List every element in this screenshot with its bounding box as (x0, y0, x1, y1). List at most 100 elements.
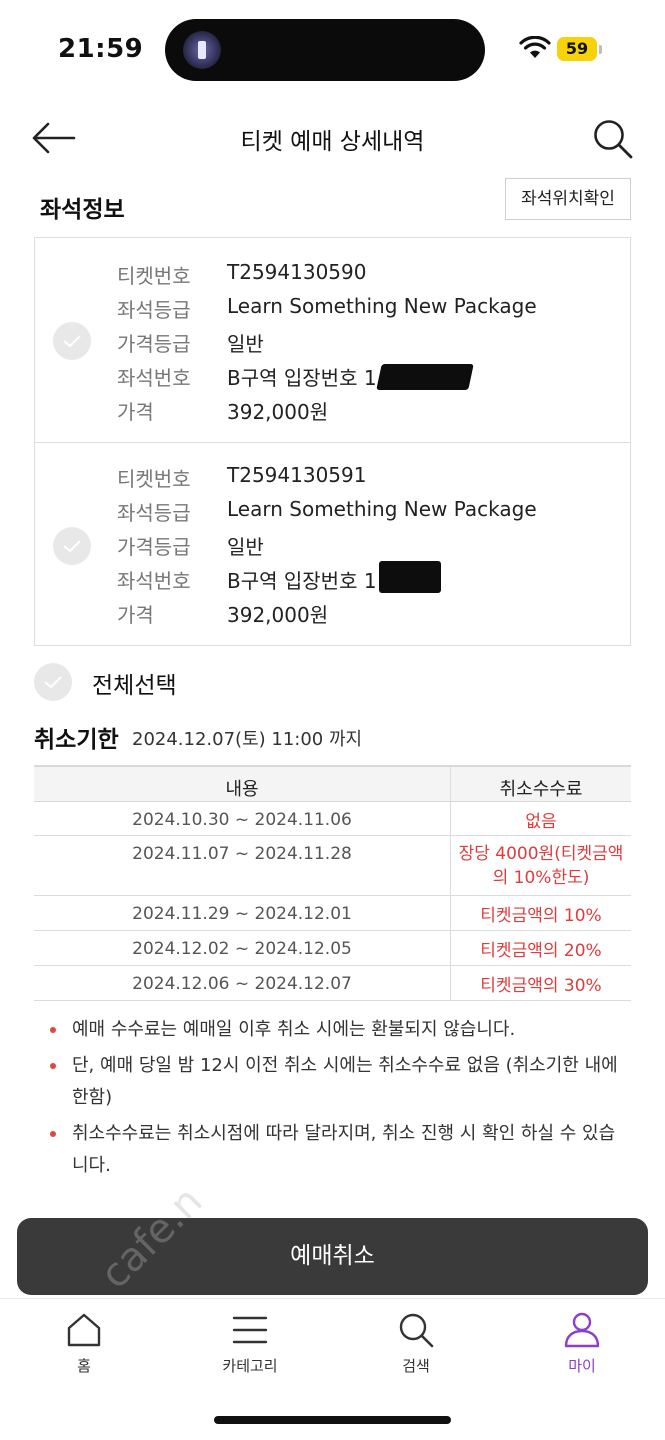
value-ticket-no: T2594130591 (227, 463, 367, 487)
table-row: 2024.10.30 ~ 2024.11.06 없음 (34, 802, 631, 836)
tab-label: 카테고리 (222, 1357, 278, 1375)
label-price-grade: 가격등급 (117, 332, 191, 356)
table-row: 2024.11.29 ~ 2024.12.01 티켓금액의 10% (34, 896, 631, 931)
column-divider (450, 836, 451, 896)
battery-indicator: 59 (557, 37, 597, 61)
cancel-deadline: 취소기한 2024.12.07(토) 11:00 까지 (34, 720, 362, 754)
label-price: 가격 (117, 400, 154, 424)
row-fee: 티켓금액의 10% (480, 906, 602, 926)
row-period: 2024.10.30 ~ 2024.11.06 (132, 810, 352, 830)
row-period: 2024.12.02 ~ 2024.12.05 (132, 939, 352, 959)
tab-my[interactable]: 마이 (522, 1311, 642, 1381)
deadline-value: 2024.12.07(토) 11:00 까지 (132, 729, 363, 750)
notice-item: 예매 수수료는 예매일 이후 취소 시에는 환불되지 않습니다. (48, 1014, 618, 1046)
value-seat-grade: Learn Something New Package (227, 497, 537, 521)
row-fee: 티켓금액의 20% (480, 941, 602, 961)
page-header: 티켓 예매 상세내역 (0, 100, 665, 180)
row-fee: 장당 4000원(티켓금액의 10%한도) (458, 844, 624, 888)
menu-icon (232, 1316, 268, 1344)
ticket-row-seat-no: 좌석번호 B구역 입장번호 1 (117, 561, 627, 599)
header-fee: 취소수수료 (499, 779, 583, 800)
row-period: 2024.11.29 ~ 2024.12.01 (132, 904, 352, 924)
label-seat-grade: 좌석등급 (117, 298, 191, 322)
row-period: 2024.11.07 ~ 2024.11.28 (132, 844, 352, 864)
label-price: 가격 (117, 603, 154, 627)
value-seat-no: B구역 입장번호 1 (227, 366, 377, 390)
column-divider (450, 896, 451, 931)
ticket-item[interactable]: 티켓번호 T2594130590 좌석등급 Learn Something Ne… (35, 238, 630, 442)
row-fee: 티켓금액의 30% (480, 976, 602, 996)
value-seat-grade: Learn Something New Package (227, 294, 537, 318)
search-icon[interactable] (592, 118, 634, 160)
status-bar: 21:59 59 (0, 0, 665, 100)
value-ticket-no: T2594130590 (227, 260, 367, 284)
ticket-row-price: 가격 392,000원 (117, 396, 627, 430)
notice-list: 예매 수수료는 예매일 이후 취소 시에는 환불되지 않습니다. 단, 예매 당… (48, 1014, 618, 1182)
ticket-row-seat-no: 좌석번호 B구역 입장번호 1 (117, 362, 627, 396)
deadline-title: 취소기한 (34, 727, 119, 753)
select-all-label: 전체선택 (92, 673, 177, 699)
column-divider (450, 802, 451, 836)
row-period: 2024.12.06 ~ 2024.12.07 (132, 974, 352, 994)
table-row: 2024.11.07 ~ 2024.11.28 장당 4000원(티켓금액의 1… (34, 836, 631, 896)
check-icon (44, 676, 62, 689)
tab-label: 마이 (568, 1357, 596, 1375)
ticket-row-no: 티켓번호 T2594130590 (117, 260, 627, 294)
cancel-fee-table: 내용 취소수수료 2024.10.30 ~ 2024.11.06 없음 2024… (34, 765, 631, 1001)
tab-home[interactable]: 홈 (24, 1311, 144, 1381)
status-time: 21:59 (58, 34, 144, 64)
seat-location-button[interactable]: 좌석위치확인 (505, 178, 631, 220)
label-seat-grade: 좌석등급 (117, 501, 191, 525)
table-header: 내용 취소수수료 (34, 765, 631, 802)
header-period: 내용 (225, 779, 259, 800)
redaction-mark (376, 364, 474, 390)
select-all-checkbox[interactable] (34, 663, 72, 701)
label-seat-no: 좌석번호 (117, 366, 191, 390)
ticket-row-price: 가격 392,000원 (117, 599, 627, 633)
check-icon (63, 335, 81, 348)
tab-label: 검색 (402, 1357, 430, 1375)
label-ticket-no: 티켓번호 (117, 264, 191, 288)
tab-category[interactable]: 카테고리 (190, 1311, 310, 1381)
ticket-checkbox[interactable] (53, 527, 91, 565)
table-row: 2024.12.06 ~ 2024.12.07 티켓금액의 30% (34, 966, 631, 1001)
label-ticket-no: 티켓번호 (117, 467, 191, 491)
ticket-row-grade: 좌석등급 Learn Something New Package (117, 294, 627, 328)
tab-label: 홈 (77, 1357, 91, 1375)
ticket-list: 티켓번호 T2594130590 좌석등급 Learn Something Ne… (34, 237, 631, 646)
tab-search[interactable]: 검색 (356, 1311, 476, 1381)
value-price-grade: 일반 (227, 535, 264, 559)
notice-item: 취소수수료는 취소시점에 따라 달라지며, 취소 진행 시 확인 하실 수 있습… (48, 1118, 618, 1182)
cancel-booking-button[interactable]: 예매취소 (17, 1218, 648, 1295)
value-price-grade: 일반 (227, 332, 264, 356)
value-seat-no: B구역 입장번호 1 (227, 569, 377, 593)
table-row: 2024.12.02 ~ 2024.12.05 티켓금액의 20% (34, 931, 631, 966)
search-icon (399, 1313, 434, 1348)
home-icon (67, 1313, 101, 1347)
flashlight-icon (183, 31, 221, 69)
value-price: 392,000원 (227, 400, 329, 424)
label-price-grade: 가격등급 (117, 535, 191, 559)
wifi-icon (519, 36, 551, 58)
column-divider (450, 767, 451, 802)
ticket-row-price-grade: 가격등급 일반 (117, 328, 627, 362)
battery-tip (599, 45, 602, 54)
dynamic-island (165, 19, 485, 81)
redaction-mark (379, 561, 441, 593)
notice-item: 단, 예매 당일 밤 12시 이전 취소 시에는 취소수수료 없음 (취소기한 … (48, 1050, 618, 1114)
ticket-row-price-grade: 가격등급 일반 (117, 531, 627, 565)
ticket-item[interactable]: 티켓번호 T2594130591 좌석등급 Learn Something Ne… (35, 442, 630, 646)
ticket-row-grade: 좌석등급 Learn Something New Package (117, 497, 627, 531)
column-divider (450, 931, 451, 966)
label-seat-no: 좌석번호 (117, 569, 191, 593)
ticket-row-no: 티켓번호 T2594130591 (117, 463, 627, 497)
row-fee: 없음 (525, 812, 557, 832)
column-divider (450, 966, 451, 1001)
select-all-toggle[interactable]: 전체선택 (34, 663, 334, 703)
person-icon (564, 1312, 600, 1348)
check-icon (63, 540, 81, 553)
seat-info-title: 좌석정보 (40, 197, 125, 223)
page-title: 티켓 예매 상세내역 (240, 129, 425, 155)
ticket-checkbox[interactable] (53, 322, 91, 360)
home-indicator (214, 1416, 451, 1424)
